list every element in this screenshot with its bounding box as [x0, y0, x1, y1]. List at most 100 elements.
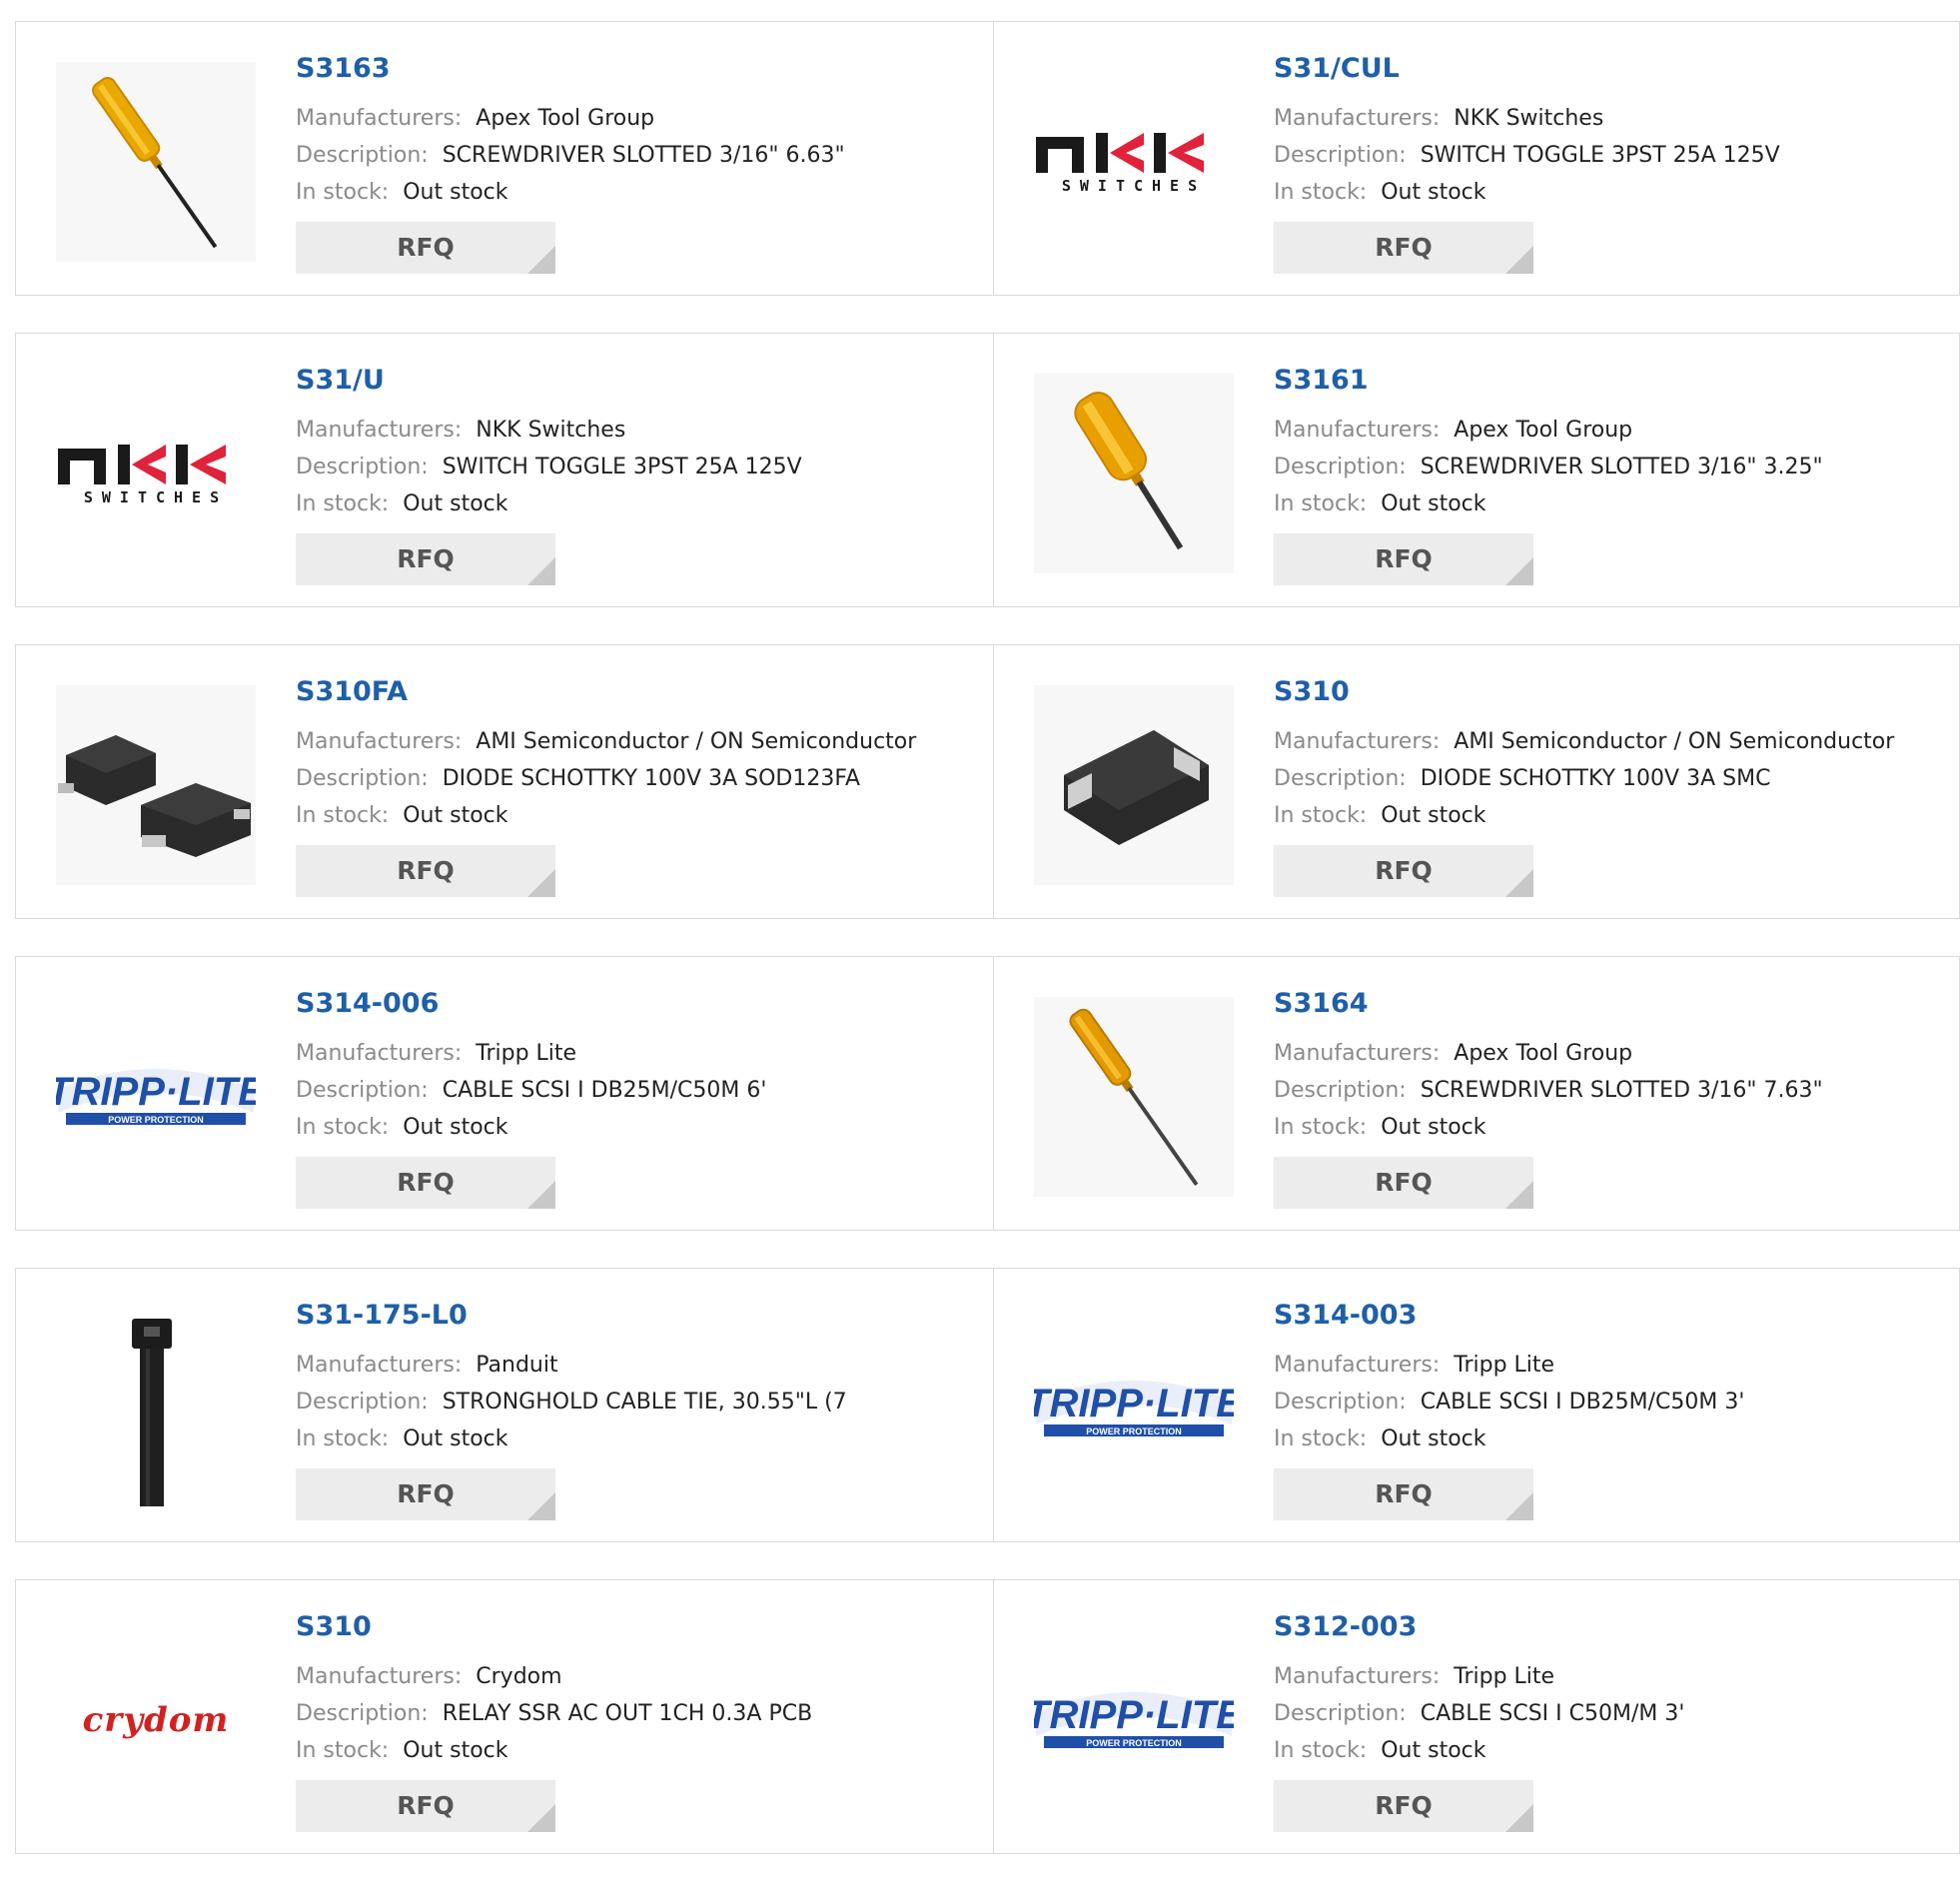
stock-line: In stock: Out stock	[1274, 174, 1939, 211]
product-row: TRIPP·LITE POWER PROTECTION S314-006 Man…	[15, 956, 1960, 1231]
crydom-logo: crydom	[82, 1700, 230, 1740]
product-image-crydom-logo[interactable]: crydom	[56, 1620, 256, 1820]
stock-value: Out stock	[403, 491, 508, 516]
description-label: Description:	[296, 1701, 429, 1726]
product-image-screwdriver[interactable]	[1034, 374, 1234, 573]
manufacturer-label: Manufacturers:	[296, 1664, 463, 1689]
description-value: RELAY SSR AC OUT 1CH 0.3A PCB	[442, 1701, 813, 1726]
stock-value: Out stock	[1381, 180, 1486, 205]
product-row: S31-175-L0 Manufacturers: Panduit Descrip…	[15, 1268, 1960, 1542]
part-number-link[interactable]: S3163	[296, 52, 973, 86]
product-image-cable-tie[interactable]	[56, 1309, 256, 1508]
product-info: S310 Manufacturers: AMI Semiconductor / O…	[1274, 675, 1939, 834]
stock-value: Out stock	[1381, 491, 1486, 516]
nkk-logo-subtitle: SWITCHES	[83, 488, 229, 506]
tripp-lite-wordmark: TRIPP·LITE	[56, 1070, 256, 1114]
part-number-link[interactable]: S310	[296, 1610, 973, 1644]
description-line: Description: DIODE SCHOTTKY 100V 3A SOD12…	[296, 760, 973, 797]
description-line: Description: SWITCH TOGGLE 3PST 25A 125V	[1274, 137, 1939, 174]
description-label: Description:	[1274, 1390, 1407, 1415]
product-image-screwdriver[interactable]	[1034, 997, 1234, 1197]
product-image-tripp-lite-logo[interactable]: TRIPP·LITE POWER PROTECTION	[1034, 1620, 1234, 1820]
product-image-diode[interactable]	[56, 685, 256, 885]
rfq-button[interactable]: RFQ	[296, 1468, 555, 1520]
stock-line: In stock: Out stock	[296, 1109, 973, 1146]
product-image-tripp-lite-logo[interactable]: TRIPP·LITE POWER PROTECTION	[56, 997, 256, 1197]
manufacturer-label: Manufacturers:	[296, 418, 463, 443]
tripp-lite-logo-icon: TRIPP·LITE POWER PROTECTION	[1034, 1692, 1234, 1748]
part-number-link[interactable]: S31/U	[296, 364, 973, 398]
manufacturer-line: Manufacturers: Apex Tool Group	[1274, 412, 1939, 449]
part-number-link[interactable]: S312-003	[1274, 1610, 1939, 1644]
part-number-link[interactable]: S310FA	[296, 675, 973, 709]
part-number-link[interactable]: S3161	[1274, 364, 1939, 398]
screwdriver-icon	[1034, 997, 1234, 1197]
description-line: Description: CABLE SCSI I DB25M/C50M 3'	[1274, 1384, 1939, 1420]
description-line: Description: CABLE SCSI I DB25M/C50M 6'	[296, 1072, 973, 1109]
manufacturer-label: Manufacturers:	[296, 1041, 463, 1066]
part-number-link[interactable]: S31/CUL	[1274, 52, 1939, 86]
manufacturer-label: Manufacturers:	[1274, 1664, 1441, 1689]
part-number-link[interactable]: S3164	[1274, 987, 1939, 1021]
part-number-link[interactable]: S310	[1274, 675, 1939, 709]
description-value: DIODE SCHOTTKY 100V 3A SMC	[1420, 766, 1771, 791]
description-line: Description: RELAY SSR AC OUT 1CH 0.3A PC…	[296, 1695, 973, 1732]
stock-label: In stock:	[296, 803, 390, 828]
part-number-link[interactable]: S31-175-L0	[296, 1299, 973, 1333]
product-row: S3163 Manufacturers: Apex Tool Group Desc…	[15, 21, 1960, 296]
rfq-button[interactable]: RFQ	[296, 1157, 555, 1209]
stock-label: In stock:	[1274, 491, 1368, 516]
rfq-button[interactable]: RFQ	[296, 533, 555, 585]
description-value: SWITCH TOGGLE 3PST 25A 125V	[1420, 143, 1780, 168]
part-number-link[interactable]: S314-006	[296, 987, 973, 1021]
tripp-lite-logo-icon: TRIPP·LITE POWER PROTECTION	[56, 1069, 256, 1125]
product-info: S3164 Manufacturers: Apex Tool Group Desc…	[1274, 987, 1939, 1146]
product-info: S31/CUL Manufacturers: NKK Switches Descr…	[1274, 52, 1939, 211]
product-image-diode[interactable]	[1034, 685, 1234, 885]
product-image-screwdriver[interactable]	[56, 62, 256, 262]
stock-line: In stock: Out stock	[1274, 1732, 1939, 1769]
product-info: S31-175-L0 Manufacturers: Panduit Descrip…	[296, 1299, 973, 1457]
description-value: SWITCH TOGGLE 3PST 25A 125V	[442, 455, 802, 479]
manufacturer-value: Crydom	[476, 1664, 562, 1689]
description-line: Description: SCREWDRIVER SLOTTED 3/16" 3.…	[1274, 449, 1939, 485]
tripp-lite-tagline: POWER PROTECTION	[1086, 1426, 1182, 1436]
description-label: Description:	[296, 143, 429, 168]
rfq-button[interactable]: RFQ	[296, 845, 555, 897]
product-image-nkk-logo[interactable]: SWITCHES	[1034, 62, 1234, 262]
rfq-button[interactable]: RFQ	[1274, 222, 1533, 274]
description-value: CABLE SCSI I DB25M/C50M 3'	[1420, 1390, 1745, 1415]
product-info: S31/U Manufacturers: NKK Switches Descrip…	[296, 364, 973, 522]
stock-label: In stock:	[296, 1426, 390, 1451]
rfq-button[interactable]: RFQ	[296, 222, 555, 274]
stock-label: In stock:	[1274, 1115, 1368, 1140]
rfq-button[interactable]: RFQ	[1274, 1780, 1533, 1832]
nkk-logo: SWITCHES	[56, 441, 256, 506]
description-value: CABLE SCSI I DB25M/C50M 6'	[442, 1078, 767, 1103]
stock-label: In stock:	[296, 1738, 390, 1763]
stock-label: In stock:	[1274, 803, 1368, 828]
diode-icon	[1034, 685, 1234, 885]
stock-value: Out stock	[1381, 1426, 1486, 1451]
rfq-button[interactable]: RFQ	[1274, 533, 1533, 585]
screwdriver-icon	[1034, 374, 1234, 573]
stock-value: Out stock	[403, 180, 508, 205]
tripp-lite-wordmark: TRIPP·LITE	[1034, 1382, 1234, 1425]
product-card: S3164 Manufacturers: Apex Tool Group Desc…	[994, 956, 1960, 1231]
rfq-button[interactable]: RFQ	[1274, 1157, 1533, 1209]
stock-value: Out stock	[403, 1115, 508, 1140]
rfq-button[interactable]: RFQ	[1274, 1468, 1533, 1520]
stock-line: In stock: Out stock	[296, 174, 973, 211]
manufacturer-line: Manufacturers: Panduit	[296, 1347, 973, 1384]
rfq-button[interactable]: RFQ	[296, 1780, 555, 1832]
tripp-lite-logo-icon: TRIPP·LITE POWER PROTECTION	[1034, 1381, 1234, 1436]
manufacturer-value: Apex Tool Group	[476, 106, 655, 131]
manufacturer-line: Manufacturers: AMI Semiconductor / ON Sem…	[296, 723, 973, 760]
rfq-button[interactable]: RFQ	[1274, 845, 1533, 897]
stock-line: In stock: Out stock	[296, 1420, 973, 1457]
part-number-link[interactable]: S314-003	[1274, 1299, 1939, 1333]
stock-value: Out stock	[1381, 803, 1486, 828]
product-image-nkk-logo[interactable]: SWITCHES	[56, 374, 256, 573]
product-image-tripp-lite-logo[interactable]: TRIPP·LITE POWER PROTECTION	[1034, 1309, 1234, 1508]
nkk-logo: SWITCHES	[1034, 129, 1234, 195]
